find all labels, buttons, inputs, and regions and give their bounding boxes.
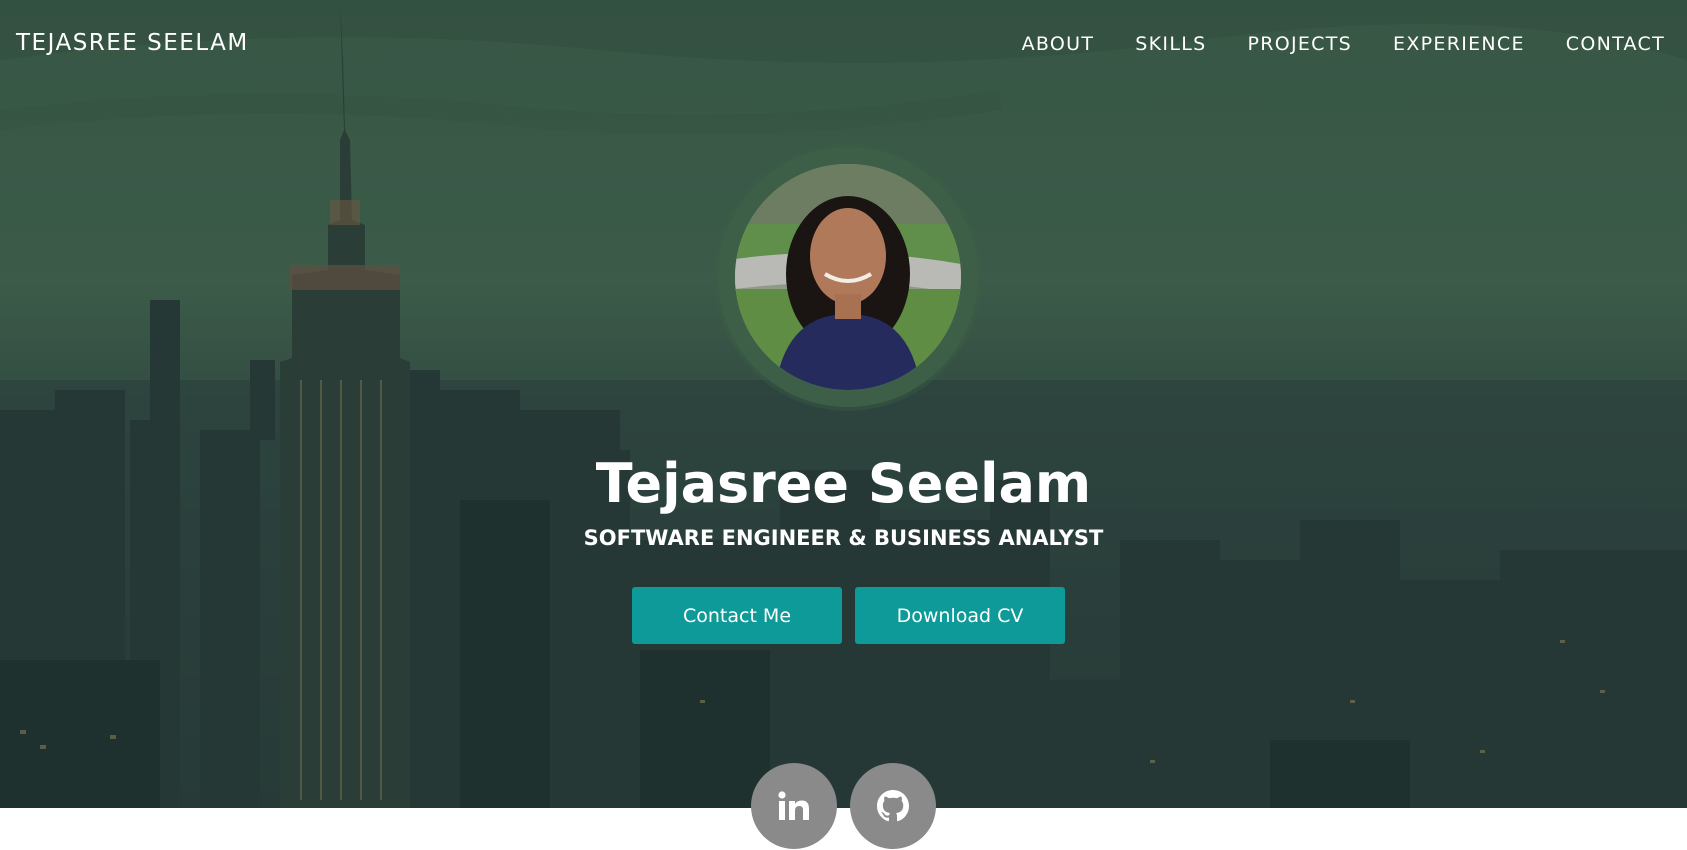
main-nav: ABOUT SKILLS PROJECTS EXPERIENCE CONTACT: [1022, 33, 1665, 55]
avatar: [735, 164, 961, 390]
nav-contact[interactable]: CONTACT: [1566, 33, 1665, 55]
profile-photo: [735, 164, 961, 390]
download-cv-button[interactable]: Download CV: [855, 587, 1065, 644]
avatar-ring: [718, 147, 978, 407]
github-button[interactable]: [850, 763, 936, 849]
linkedin-icon: [777, 791, 811, 821]
contact-me-button[interactable]: Contact Me: [632, 587, 842, 644]
brand-logo[interactable]: TEJASREE SEELAM: [16, 30, 249, 56]
linkedin-button[interactable]: [751, 763, 837, 849]
hero-name: Tejasree Seelam: [595, 452, 1092, 515]
nav-experience[interactable]: EXPERIENCE: [1393, 33, 1525, 55]
nav-skills[interactable]: SKILLS: [1135, 33, 1206, 55]
nav-projects[interactable]: PROJECTS: [1247, 33, 1352, 55]
github-icon: [877, 790, 909, 822]
nav-about[interactable]: ABOUT: [1022, 33, 1095, 55]
hero-role: SOFTWARE ENGINEER & BUSINESS ANALYST: [583, 526, 1104, 550]
